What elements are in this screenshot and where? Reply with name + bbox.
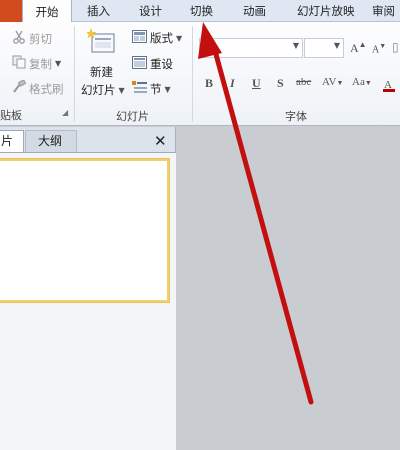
copy-button[interactable]: 复制 ▼ (12, 55, 61, 72)
section-label: 节 (150, 82, 162, 96)
font-group-label: 字体 (285, 110, 307, 123)
reset-button[interactable]: 重设 (132, 56, 173, 72)
chevron-down-icon[interactable]: ▼ (55, 59, 61, 68)
copy-icon (12, 55, 26, 72)
tab-animations[interactable]: 动画 (243, 0, 266, 22)
font-name-combo[interactable]: ▼ (199, 38, 303, 58)
slide-editing-area[interactable] (177, 127, 400, 450)
new-slide-label-bottom: 幻灯片 (81, 83, 116, 97)
tab-insert[interactable]: 插入 (87, 0, 110, 22)
clear-format-icon[interactable]: ▯ (392, 40, 399, 55)
layout-icon (132, 30, 147, 46)
group-separator (192, 26, 193, 122)
new-slide-button[interactable] (82, 28, 122, 59)
close-icon[interactable]: ✕ (154, 132, 167, 150)
new-slide-icon (85, 28, 117, 59)
tab-slideshow[interactable]: 幻灯片放映 (297, 0, 355, 22)
slide-thumbnail[interactable] (0, 159, 169, 302)
tab-home[interactable]: 开始 (22, 0, 72, 22)
italic-button[interactable]: I (230, 76, 235, 91)
format-painter-button[interactable]: 格式刷 (12, 79, 64, 97)
char-spacing-button[interactable]: AV▼ (322, 76, 343, 88)
bold-button[interactable]: B (205, 76, 213, 91)
clipboard-launcher-icon[interactable]: ◢ (62, 108, 68, 117)
tab-slides[interactable]: 片 (0, 130, 24, 152)
tab-design[interactable]: 设计 (139, 0, 162, 22)
underline-button[interactable]: U (252, 76, 261, 91)
reset-label: 重设 (150, 57, 173, 71)
font-size-combo[interactable]: ▼ (304, 38, 344, 58)
slides-group-label: 幻灯片 (116, 110, 149, 123)
section-icon (132, 81, 147, 97)
chevron-down-icon: ▼ (176, 33, 183, 43)
tab-transitions[interactable]: 切换 (190, 0, 213, 22)
shrink-font-button[interactable]: A▼ (372, 42, 386, 55)
reset-icon (132, 56, 147, 72)
chevron-down-icon[interactable]: ▼ (334, 41, 340, 50)
slide-list (0, 152, 176, 450)
chevron-down-icon: ▼ (164, 84, 171, 94)
tab-review[interactable]: 审阅 (372, 0, 395, 22)
clipboard-group-label: 贴板 (0, 109, 22, 122)
tab-outline[interactable]: 大纲 (25, 130, 77, 152)
brush-icon (12, 79, 27, 97)
slide-thumbnail-pane: 片 大纲 ✕ (0, 127, 176, 450)
file-tab[interactable] (0, 0, 22, 22)
strikethrough-button[interactable]: abc (296, 76, 311, 88)
cut-button[interactable]: 剪切 (12, 30, 52, 47)
shadow-button[interactable]: S (277, 76, 284, 91)
change-case-button[interactable]: Aa▼ (352, 76, 372, 88)
cut-label: 剪切 (29, 31, 52, 46)
new-slide-label-top: 新建 (90, 65, 113, 79)
section-button[interactable]: 节 ▼ (132, 81, 171, 97)
group-separator (74, 26, 75, 122)
ribbon-tab-bar: 开始 插入 设计 切换 动画 幻灯片放映 审阅 (0, 0, 400, 22)
format-painter-label: 格式刷 (29, 81, 64, 96)
ribbon-home: 剪切 复制 ▼ 格式刷 贴板 ◢ 新建 幻灯片 ▼ 版式 ▼ 重设 节 ▼ 幻灯… (0, 22, 400, 126)
new-slide-dropdown[interactable]: 幻灯片 ▼ (81, 82, 125, 98)
font-color-button[interactable]: A (382, 77, 396, 95)
chevron-down-icon[interactable]: ▼ (293, 41, 299, 50)
font-color-icon: A (382, 77, 396, 95)
layout-label: 版式 (150, 31, 173, 45)
chevron-down-icon: ▼ (118, 85, 125, 95)
pane-tabs: 片 大纲 ✕ (0, 130, 176, 152)
grow-font-button[interactable]: A▲ (350, 40, 367, 56)
layout-button[interactable]: 版式 ▼ (132, 30, 182, 46)
scissors-icon (12, 30, 26, 47)
copy-label: 复制 (29, 56, 52, 71)
